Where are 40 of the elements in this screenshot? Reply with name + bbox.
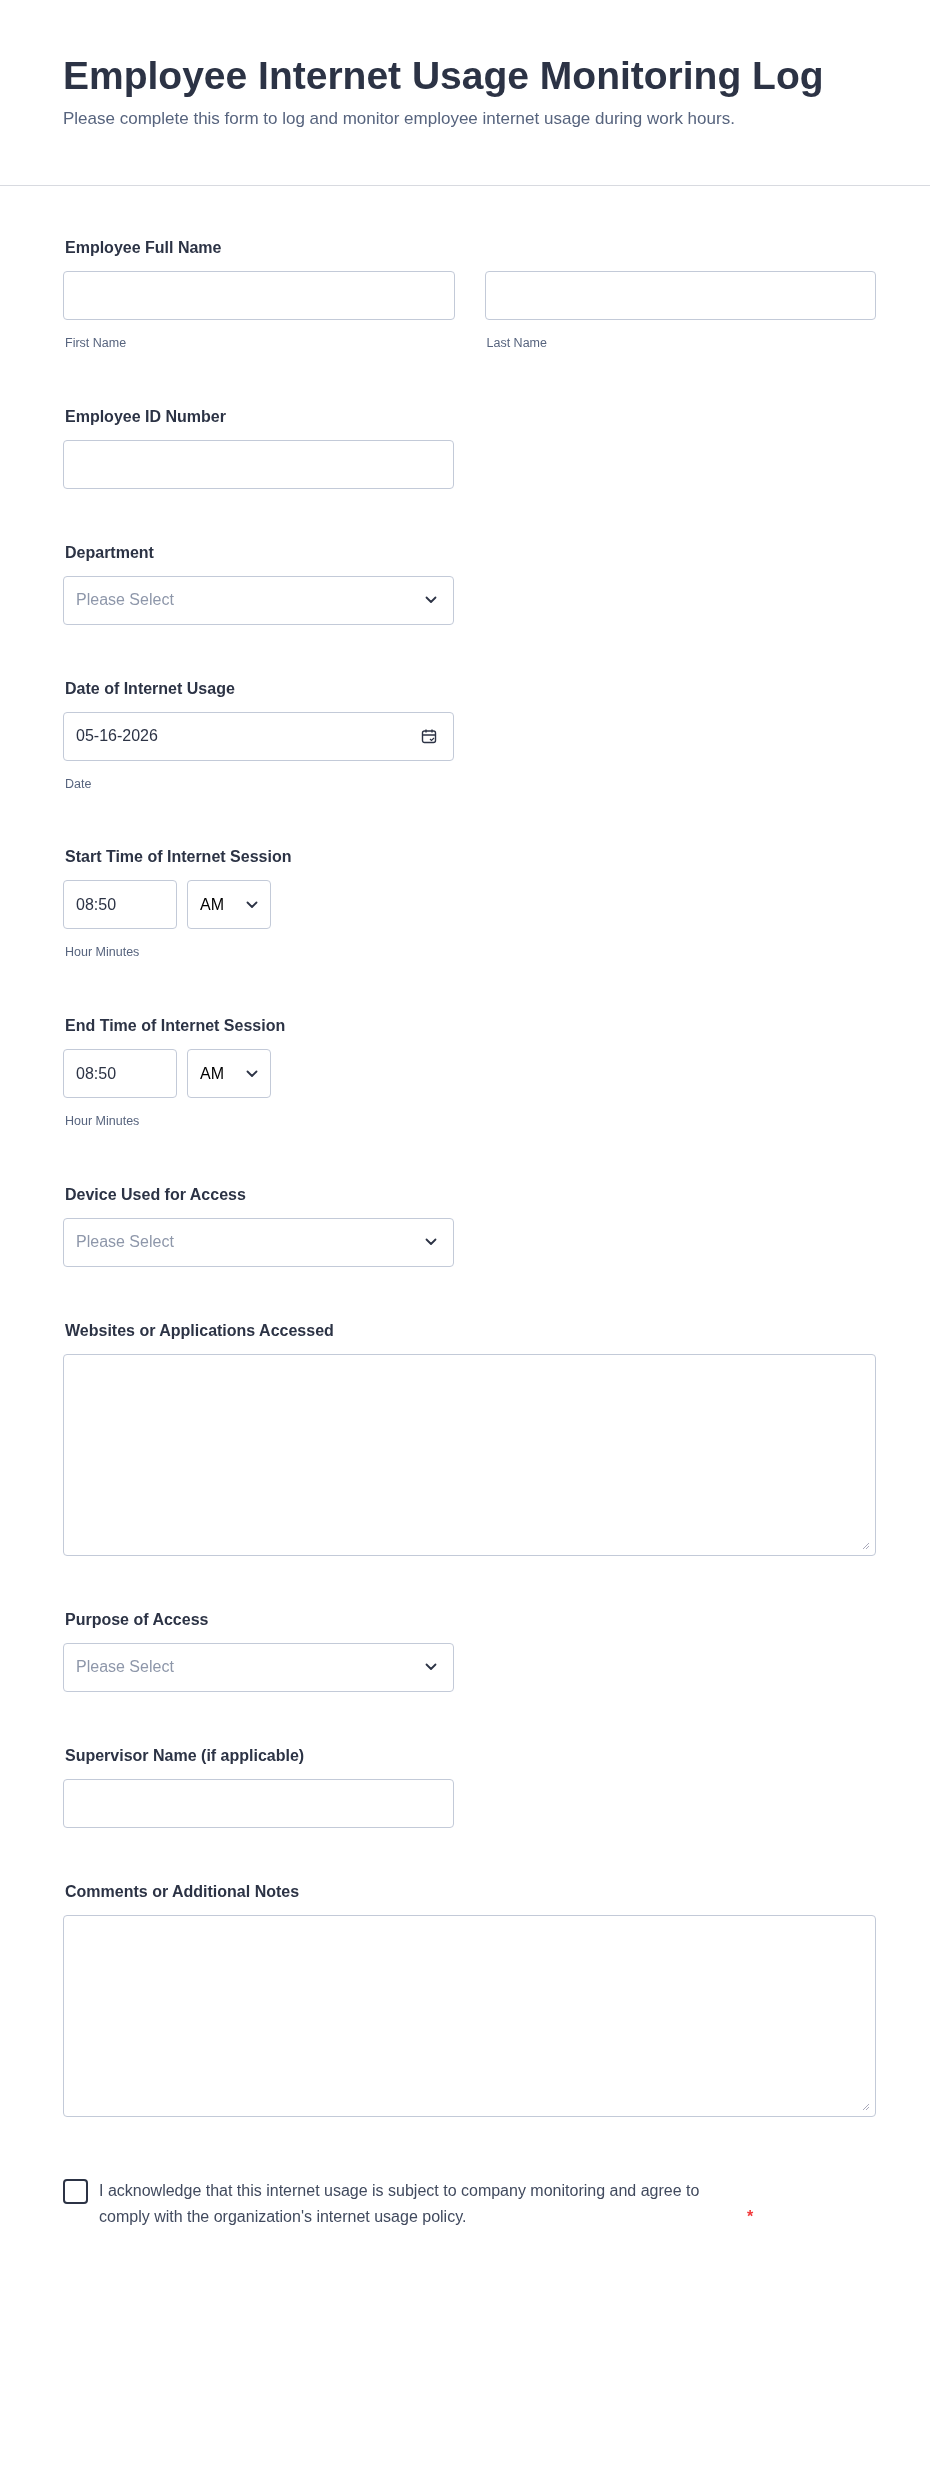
resize-grip-icon: [862, 1541, 870, 1550]
form-title: Employee Internet Usage Monitoring Log: [63, 53, 825, 99]
field-label: End Time of Internet Session: [64, 1016, 287, 1036]
field-label: Websites or Applications Accessed: [64, 1320, 335, 1341]
text-area-field[interactable]: [63, 1353, 876, 1556]
time-input-field[interactable]: 08:50: [63, 1049, 177, 1098]
field-label: Employee ID Number: [64, 406, 227, 427]
field-sublabel: Date: [64, 775, 93, 793]
field-sublabel: Hour Minutes: [64, 1113, 141, 1130]
form-description: Please complete this form to log and monitor employee internet usage during work hours.: [63, 107, 736, 130]
field-sublabel: Hour Minutes: [64, 944, 141, 962]
text-input-field[interactable]: [63, 439, 454, 489]
date-input-field[interactable]: 05-16-2026: [63, 711, 454, 761]
field-label: Device Used for Access: [64, 1184, 247, 1205]
text-area-field[interactable]: [63, 1914, 876, 2117]
chevron-down-icon: [246, 900, 258, 909]
field-label: Department: [64, 542, 155, 563]
period-select[interactable]: AM: [187, 880, 271, 930]
consent-text: I acknowledge that this internet usage is subject to company monitoring and agree to comply with the organization's internet usage policy.: [99, 2180, 701, 2227]
period-select[interactable]: AM: [187, 1049, 271, 1098]
consent-checkbox[interactable]: [63, 2178, 88, 2204]
chevron-down-icon: [425, 1663, 437, 1672]
field-label: Employee Full Name: [64, 237, 223, 258]
field-label: Supervisor Name (if applicable): [64, 1745, 306, 1766]
text-input-field[interactable]: [484, 270, 876, 320]
time-input-field[interactable]: 08:50: [63, 880, 177, 930]
field-label: Purpose of Access: [64, 1609, 210, 1630]
field-sublabel: Last Name: [485, 334, 548, 352]
field-label: Start Time of Internet Session: [64, 847, 293, 868]
field-sublabel: First Name: [64, 334, 128, 352]
resize-grip-icon: [862, 2102, 870, 2111]
field-label: Comments or Additional Notes: [64, 1881, 301, 1902]
text-input-field[interactable]: [63, 270, 455, 320]
chevron-down-icon: [246, 1069, 258, 1078]
required-mark: *: [747, 2206, 754, 2227]
chevron-down-icon: [425, 596, 437, 604]
text-input-field[interactable]: [63, 1778, 454, 1828]
chevron-down-icon: [425, 1238, 437, 1247]
calendar-icon: [421, 728, 437, 744]
field-label: Date of Internet Usage: [64, 678, 236, 699]
